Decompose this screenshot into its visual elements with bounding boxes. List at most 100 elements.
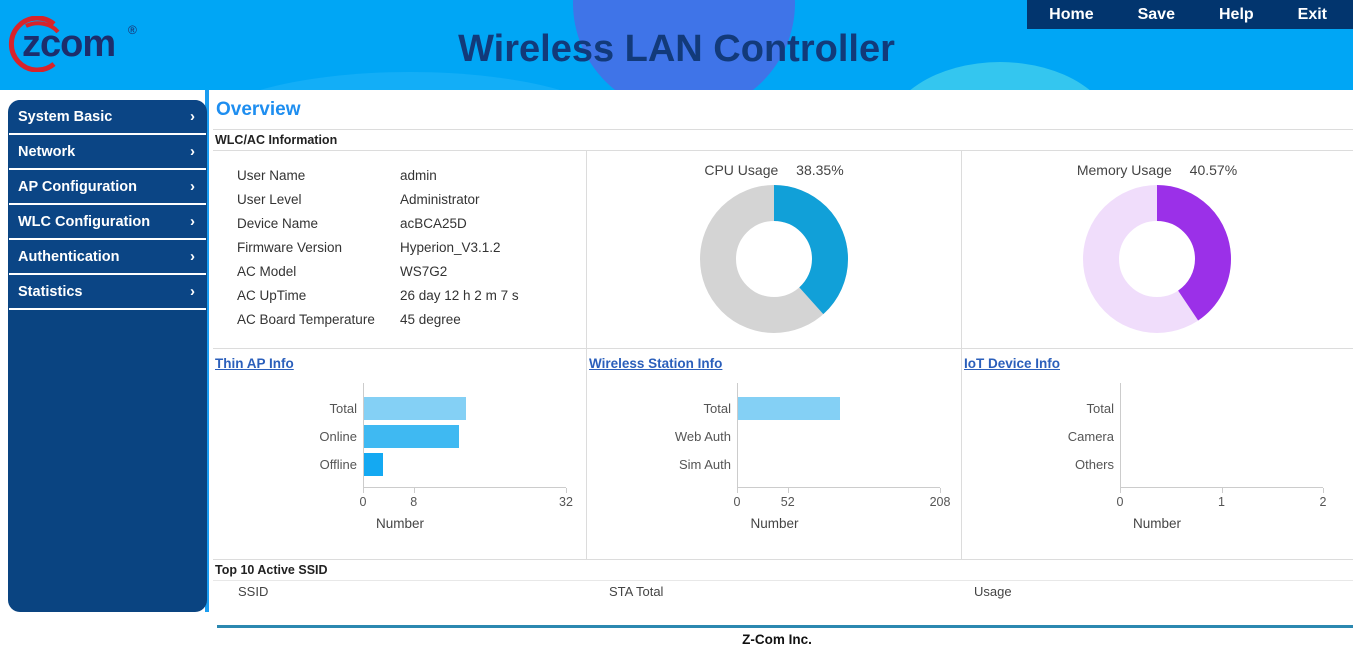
cpu-usage-donut	[587, 185, 961, 333]
sidebar-item-system-basic[interactable]: System Basic ›	[9, 100, 206, 135]
sidebar-item-statistics[interactable]: Statistics ›	[9, 275, 206, 310]
sidebar-item-label: System Basic	[18, 108, 113, 125]
column-header-sta-total: STA Total	[609, 583, 664, 599]
x-axis-tick	[787, 488, 789, 493]
wlc-info-panel: User Name admin User Level Administrator…	[213, 151, 587, 348]
iot-device-info-link[interactable]: IoT Device Info	[962, 349, 1060, 371]
sidebar-item-label: Statistics	[18, 283, 83, 300]
x-axis-label: Number	[375, 516, 424, 531]
sidebar-menu: System Basic › Network › AP Configuratio…	[8, 100, 207, 612]
nav-item-help[interactable]: Help	[1197, 0, 1276, 29]
nav-item-home[interactable]: Home	[1027, 0, 1115, 29]
x-axis-tick	[413, 488, 415, 493]
x-axis-label: Number	[750, 516, 799, 531]
sidebar-item-wlc-configuration[interactable]: WLC Configuration ›	[9, 205, 206, 240]
x-axis-tick-label: 8	[410, 495, 418, 509]
column-header-usage: Usage	[974, 583, 1012, 599]
table-row: AC Board Temperature 45 degree	[237, 307, 586, 331]
table-row: AC UpTime 26 day 12 h 2 m 7 s	[237, 283, 586, 307]
top-ssid-section: Top 10 Active SSID SSID STA Total Usage	[213, 559, 1353, 601]
x-axis-tick-label: 1	[1218, 495, 1225, 509]
wireless-station-info-link[interactable]: Wireless Station Info	[587, 349, 722, 371]
x-axis-line	[737, 487, 940, 488]
banner-decor-circle-light	[200, 72, 620, 90]
main-content: Overview WLC/AC Information User Name ad…	[213, 90, 1353, 617]
info-value: 26 day 12 h 2 m 7 s	[400, 287, 519, 303]
chevron-right-icon: ›	[190, 108, 195, 125]
overview-title: Overview	[216, 98, 301, 120]
x-axis-tick	[1120, 488, 1121, 493]
table-row: Device Name acBCA25D	[237, 211, 586, 235]
x-axis-tick-label: 52	[780, 495, 795, 509]
x-axis-tick-label: 0	[1116, 495, 1124, 509]
wlc-info-section-header: WLC/AC Information	[213, 130, 1353, 151]
bar-category-label: Offline	[319, 457, 357, 472]
x-axis-tick	[363, 488, 364, 493]
overview-header: Overview	[213, 90, 1353, 130]
nav-item-exit[interactable]: Exit	[1276, 0, 1349, 29]
info-key: AC Model	[237, 263, 297, 279]
memory-usage-title: Memory Usage 40.57%	[962, 151, 1352, 178]
x-axis-tick-label: 0	[733, 495, 741, 509]
info-value: admin	[400, 167, 437, 183]
top-ssid-column-headers: SSID STA Total Usage	[213, 581, 1353, 601]
memory-usage-value: 40.57%	[1189, 162, 1238, 178]
y-axis-line	[1120, 383, 1121, 487]
table-row: User Name admin	[237, 163, 586, 187]
zcom-logo: zcom ®	[6, 15, 206, 73]
table-row: Firmware Version Hyperion_V3.1.2	[237, 235, 586, 259]
bar-category-label: Online	[319, 429, 357, 444]
memory-usage-donut	[962, 185, 1352, 333]
bar-rect	[738, 397, 840, 420]
info-and-gauges-row: User Name admin User Level Administrator…	[213, 151, 1353, 348]
bar-rect	[364, 397, 466, 420]
info-key: Device Name	[237, 215, 319, 231]
cpu-usage-panel: CPU Usage 38.35%	[587, 151, 962, 348]
info-value: WS7G2	[400, 263, 448, 279]
x-axis-tick	[1323, 488, 1324, 493]
info-value: Administrator	[400, 191, 480, 207]
table-row: User Level Administrator	[237, 187, 586, 211]
chevron-right-icon: ›	[190, 143, 195, 160]
bar-category-label: Total	[1086, 401, 1114, 416]
x-axis-line	[363, 487, 566, 488]
cpu-usage-label: CPU Usage	[704, 162, 779, 178]
info-key: User Level	[237, 191, 302, 207]
info-value: acBCA25D	[400, 215, 467, 231]
thin-ap-info-link[interactable]: Thin AP Info	[213, 349, 294, 371]
sidebar-item-label: AP Configuration	[18, 178, 137, 195]
cpu-donut-svg	[700, 185, 848, 333]
bar-category-label: Total	[329, 401, 357, 416]
bar-charts-row: Thin AP Info Total Online Offline 0 8 32 Numbe…	[213, 348, 1353, 559]
svg-text:®: ®	[128, 23, 137, 37]
sidebar-item-label: Network	[18, 143, 76, 160]
nav-item-save[interactable]: Save	[1116, 0, 1197, 29]
sidebar-item-ap-configuration[interactable]: AP Configuration ›	[9, 170, 206, 205]
chevron-right-icon: ›	[190, 213, 195, 230]
cpu-usage-title: CPU Usage 38.35%	[587, 151, 961, 178]
info-value: 45 degree	[400, 311, 461, 327]
bar-category-label: Camera	[1067, 429, 1114, 444]
sidebar-item-label: Authentication	[18, 248, 120, 265]
bar-category-label: Others	[1074, 457, 1114, 472]
sidebar-item-authentication[interactable]: Authentication ›	[9, 240, 206, 275]
x-axis-tick-label: 0	[359, 495, 367, 509]
bar-rect	[364, 453, 384, 476]
memory-usage-label: Memory Usage	[1076, 162, 1172, 178]
wireless-station-info-panel: Wireless Station Info Total Web Auth Sim A…	[587, 349, 962, 559]
info-key: User Name	[237, 167, 306, 183]
footer-divider	[217, 625, 1353, 628]
x-axis-tick	[566, 488, 567, 493]
info-key: AC Board Temperature	[237, 311, 375, 327]
sidebar-item-network[interactable]: Network ›	[9, 135, 206, 170]
x-axis-label: Number	[1132, 516, 1181, 531]
table-row: AC Model WS7G2	[237, 259, 586, 283]
thin-ap-info-panel: Thin AP Info Total Online Offline 0 8 32 Numbe…	[213, 349, 587, 559]
top-navigation: Home Save Help Exit	[1027, 0, 1353, 29]
iot-device-info-panel: IoT Device Info Total Camera Others 0 1 2 Numb…	[962, 349, 1352, 559]
bar-category-label: Web Auth	[674, 429, 731, 444]
x-axis-tick-label: 208	[929, 495, 951, 509]
wlc-info-table: User Name admin User Level Administrator…	[213, 151, 586, 331]
bar-category-label: Total	[703, 401, 731, 416]
info-key: Firmware Version	[237, 239, 343, 255]
